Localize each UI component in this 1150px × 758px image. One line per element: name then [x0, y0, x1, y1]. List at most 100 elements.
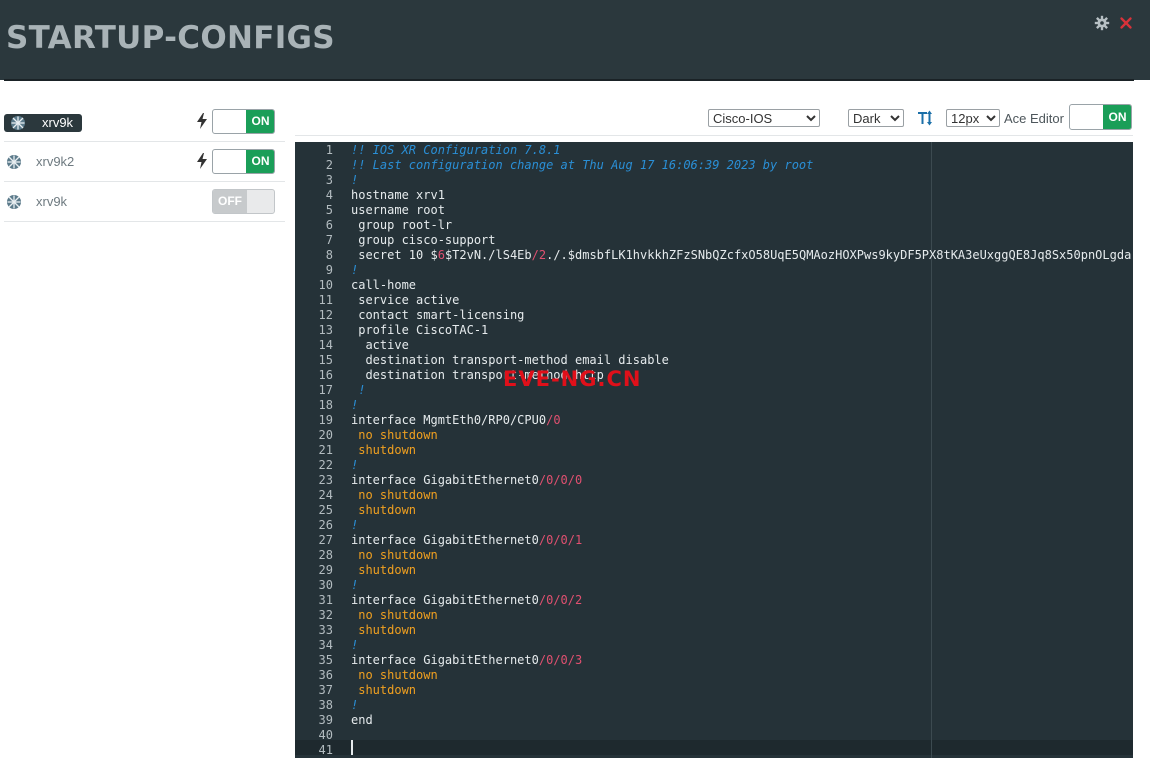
code-line: ! [351, 638, 359, 652]
line-number: 10 [318, 278, 333, 292]
router-icon [11, 116, 25, 130]
code-line: interface GigabitEthernet0/0/0/1 [351, 533, 583, 547]
line-number: 21 [318, 443, 333, 457]
code-line: destination transport-method email disab… [351, 353, 669, 367]
node-name[interactable]: xrv9k2 [36, 154, 74, 169]
code-line: no shutdown [351, 608, 438, 622]
font-size-select[interactable]: 12px [946, 109, 1000, 127]
line-number: 20 [318, 428, 333, 442]
ace-editor-toggle-state: ON [1103, 105, 1131, 129]
line-number: 31 [318, 593, 333, 607]
line-number: 28 [318, 548, 333, 562]
line-number: 39 [318, 713, 333, 727]
platform-select[interactable]: Cisco-IOS [708, 109, 820, 127]
code-line: no shutdown [351, 668, 438, 682]
line-number: 7 [325, 233, 333, 247]
line-number: 24 [318, 488, 333, 502]
code-line: ! [351, 698, 359, 712]
line-number: 11 [318, 293, 333, 307]
node-row[interactable]: xrv9k2 ON [4, 142, 285, 182]
code-line: end [351, 713, 373, 727]
text-height-icon[interactable] [917, 109, 933, 127]
line-number: 19 [318, 413, 333, 427]
page-title: STARTUP-CONFIGS [6, 20, 335, 56]
ace-editor-toggle[interactable]: ON [1069, 104, 1132, 130]
code-line: no shutdown [351, 548, 438, 562]
router-icon [7, 195, 21, 209]
node-power-toggle[interactable]: OFF [212, 189, 275, 214]
code-line: ! [351, 173, 359, 187]
line-number: 37 [318, 683, 333, 697]
line-number: 26 [318, 518, 333, 532]
code-line: ! [351, 458, 359, 472]
toggle-state: OFF [213, 190, 247, 213]
code-line: !! Last configuration change at Thu Aug … [351, 158, 814, 172]
node-row[interactable]: xrv9k ON [4, 102, 285, 142]
node-power-toggle[interactable]: ON [212, 149, 275, 174]
node-list: xrv9k ON xrv9k2 ON xrv9k OFF [4, 102, 285, 222]
line-number: 16 [318, 368, 333, 382]
code-line: !! IOS XR Configuration 7.8.1 [351, 143, 561, 157]
line-number: 35 [318, 653, 333, 667]
line-number: 9 [325, 263, 333, 277]
line-number: 2 [325, 158, 333, 172]
code-line: shutdown [351, 683, 417, 697]
code-line: shutdown [351, 503, 417, 517]
toggle-state: ON [246, 150, 274, 173]
router-icon [7, 155, 21, 169]
line-number: 3 [325, 173, 333, 187]
line-number: 12 [318, 308, 333, 322]
line-number: 4 [325, 188, 333, 202]
node-power-toggle[interactable]: ON [212, 109, 275, 134]
text-cursor [351, 740, 353, 755]
line-number-gutter: 1 2 3 4 5 6 7 8 9 10 11 12 13 14 15 16 17 18 19 20 21 22 23 24 2… [295, 142, 335, 758]
theme-select[interactable]: Dark [848, 109, 904, 127]
code-line: group cisco-support [351, 233, 496, 247]
code-line: ! [351, 518, 359, 532]
line-number: 5 [325, 203, 333, 217]
line-number: 29 [318, 563, 333, 577]
line-number: 13 [318, 323, 333, 337]
line-number: 22 [318, 458, 333, 472]
code-line: ! [351, 263, 359, 277]
code-line: shutdown [351, 563, 417, 577]
code-line: ! [351, 383, 366, 397]
line-number: 32 [318, 608, 333, 622]
code-line: ! [351, 578, 359, 592]
line-number: 41 [318, 743, 333, 757]
code-line: shutdown [351, 623, 417, 637]
close-icon[interactable] [1117, 14, 1135, 32]
code-editor[interactable]: 1 2 3 4 5 6 7 8 9 10 11 12 13 14 15 16 17 18 19 20 21 22 23 24 2… [295, 142, 1133, 758]
line-number: 27 [318, 533, 333, 547]
line-number: 17 [318, 383, 333, 397]
line-number: 23 [318, 473, 333, 487]
line-number: 30 [318, 578, 333, 592]
gear-icon[interactable] [1093, 14, 1111, 32]
code-line: interface GigabitEthernet0/0/0/0 [351, 473, 583, 487]
code-line: no shutdown [351, 488, 438, 502]
node-name[interactable]: xrv9k [36, 194, 67, 209]
toggle-state: ON [246, 110, 274, 133]
line-number: 18 [318, 398, 333, 412]
node-name[interactable]: xrv9k [42, 115, 73, 130]
bolt-icon[interactable] [196, 113, 208, 129]
code-line: ! [351, 398, 359, 412]
page-header: STARTUP-CONFIGS [0, 0, 1150, 81]
watermark: EVE-NG.CN [503, 367, 642, 391]
code-content[interactable]: !! IOS XR Configuration 7.8.1!! Last con… [351, 142, 1133, 758]
code-line: interface MgmtEth0/RP0/CPU0/0 [351, 413, 561, 427]
node-row[interactable]: xrv9k OFF [4, 182, 285, 222]
line-number: 33 [318, 623, 333, 637]
code-line: group root-lr [351, 218, 453, 232]
code-line: active [351, 338, 409, 352]
line-number: 34 [318, 638, 333, 652]
line-number: 1 [325, 143, 333, 157]
code-line: call-home [351, 278, 417, 292]
code-line: secret 10 $6$T2vN./lS4Eb/2./.$dmsbfLK1hv… [351, 248, 1132, 262]
header-divider [4, 79, 1134, 81]
line-number: 40 [318, 728, 333, 742]
code-line: contact smart-licensing [351, 308, 525, 322]
line-number: 6 [325, 218, 333, 232]
code-line: interface GigabitEthernet0/0/0/2 [351, 593, 583, 607]
bolt-icon[interactable] [196, 153, 208, 169]
